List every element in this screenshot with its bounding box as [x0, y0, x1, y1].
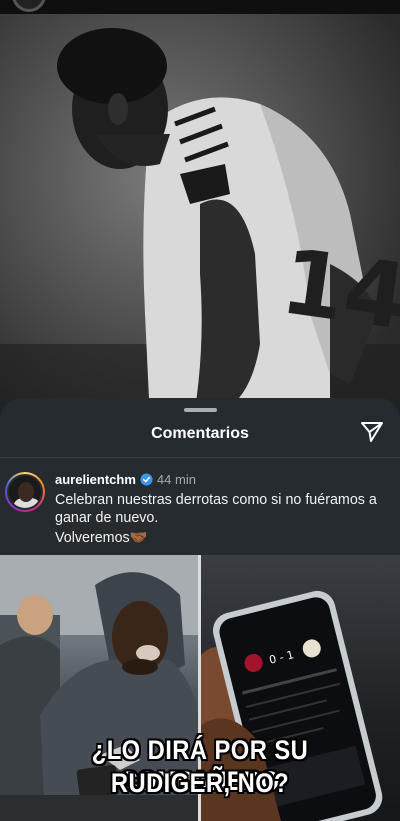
- player-image: 14: [0, 14, 400, 420]
- sheet-title: Comentarios: [151, 425, 249, 442]
- comment-time: 44 min: [156, 472, 196, 487]
- svg-text:14: 14: [275, 229, 400, 350]
- top-status-strip: [0, 0, 400, 14]
- sheet-drag-handle[interactable]: [184, 408, 217, 412]
- comment-text-second: Volveremos🤝🏾: [55, 530, 148, 546]
- avatar-image: [7, 474, 43, 510]
- share-send-icon[interactable]: [360, 421, 384, 443]
- sheet-divider: [0, 457, 400, 458]
- comment-text: Celebran nuestras derrotas como si no fu…: [55, 492, 377, 526]
- verified-badge-icon: [140, 473, 153, 486]
- comment-username[interactable]: aurelientchm: [55, 472, 136, 487]
- commenter-avatar[interactable]: [5, 472, 45, 512]
- meme-image: 0 - 1 ¿LO DIRÁ POR SU COMPAÑERO RUDIGER,…: [0, 555, 400, 821]
- post-photo: 14: [0, 0, 400, 420]
- comment-header: aurelientchm 44 min: [55, 472, 196, 487]
- avatar-face: [18, 482, 34, 502]
- meme-caption-line2: RUDIGER, NO?: [110, 768, 290, 798]
